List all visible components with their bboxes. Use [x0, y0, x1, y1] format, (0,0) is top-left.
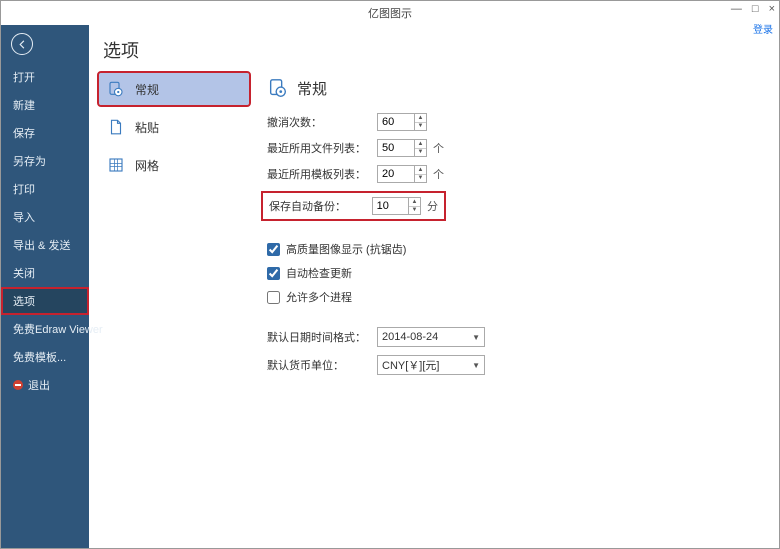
- recent-files-stepper[interactable]: ▲▼: [377, 139, 427, 157]
- stepper-down-icon[interactable]: ▼: [415, 123, 426, 131]
- section-title: 常规: [297, 78, 327, 99]
- sidebar-item-save[interactable]: 保存: [1, 119, 89, 147]
- document-icon: [107, 118, 125, 136]
- sidebar-item-saveas[interactable]: 另存为: [1, 147, 89, 175]
- date-format-row: 默认日期时间格式： 2014-08-24 ▼: [267, 327, 769, 347]
- back-button[interactable]: [11, 33, 33, 55]
- gear-doc-icon: [107, 80, 125, 98]
- maximize-button[interactable]: □: [752, 3, 759, 15]
- autosave-row: 保存自动备份： ▲▼ 分: [261, 191, 446, 221]
- hq-display-label: 高质量图像显示 (抗锯齿): [286, 241, 406, 257]
- category-paste[interactable]: 粘贴: [99, 111, 249, 143]
- stepper-down-icon[interactable]: ▼: [415, 175, 426, 183]
- recent-templates-label: 最近所用模板列表：: [267, 166, 377, 182]
- stepper-up-icon[interactable]: ▲: [415, 140, 426, 149]
- page-title: 选项: [103, 37, 765, 63]
- auto-update-label: 自动检查更新: [286, 265, 352, 281]
- auto-update-checkbox[interactable]: [267, 267, 280, 280]
- date-format-select[interactable]: 2014-08-24 ▼: [377, 327, 485, 347]
- recent-files-label: 最近所用文件列表：: [267, 140, 377, 156]
- recent-files-suffix: 个: [433, 140, 444, 156]
- category-general[interactable]: 常规: [99, 73, 249, 105]
- date-format-label: 默认日期时间格式：: [267, 329, 377, 345]
- sidebar-item-exit[interactable]: 退出: [1, 371, 89, 399]
- minimize-button[interactable]: ―: [731, 3, 742, 15]
- back-arrow-icon: [17, 39, 28, 50]
- hq-display-checkbox[interactable]: [267, 243, 280, 256]
- undo-input[interactable]: [378, 114, 414, 130]
- category-label: 粘贴: [135, 119, 159, 136]
- app-window: 亿图图示 ― □ × 登录 打开 新建 保存 另存为 打印 导入 导出 & 发送…: [0, 0, 780, 549]
- multi-process-row: 允许多个进程: [267, 289, 769, 305]
- window-controls: ― □ ×: [731, 3, 775, 15]
- currency-value: CNY[￥][元]: [382, 357, 439, 373]
- chevron-down-icon: ▼: [472, 361, 480, 370]
- recent-files-input[interactable]: [378, 140, 414, 156]
- category-label: 常规: [135, 81, 159, 98]
- chevron-down-icon: ▼: [472, 333, 480, 342]
- category-label: 网格: [135, 157, 159, 174]
- multi-process-checkbox[interactable]: [267, 291, 280, 304]
- recent-templates-stepper[interactable]: ▲▼: [377, 165, 427, 183]
- exit-icon: [13, 380, 23, 390]
- undo-stepper[interactable]: ▲▼: [377, 113, 427, 131]
- main-panel: 选项 常规 粘贴: [89, 25, 779, 548]
- undo-label: 撤消次数：: [267, 114, 377, 130]
- stepper-up-icon[interactable]: ▲: [415, 166, 426, 175]
- recent-files-row: 最近所用文件列表： ▲▼ 个: [267, 139, 769, 157]
- stepper-down-icon[interactable]: ▼: [409, 207, 420, 215]
- multi-process-label: 允许多个进程: [286, 289, 352, 305]
- currency-select[interactable]: CNY[￥][元] ▼: [377, 355, 485, 375]
- recent-templates-input[interactable]: [378, 166, 414, 182]
- category-list: 常规 粘贴 网格: [99, 73, 249, 540]
- sidebar-item-import[interactable]: 导入: [1, 203, 89, 231]
- recent-templates-suffix: 个: [433, 166, 444, 182]
- app-title: 亿图图示: [368, 5, 412, 21]
- grid-icon: [107, 156, 125, 174]
- undo-row: 撤消次数： ▲▼: [267, 113, 769, 131]
- settings-panel: 常规 撤消次数： ▲▼ 最近所用文件列表： ▲▼: [267, 73, 769, 540]
- gear-doc-icon: [267, 77, 289, 99]
- category-grid[interactable]: 网格: [99, 149, 249, 181]
- sidebar-item-print[interactable]: 打印: [1, 175, 89, 203]
- autosave-stepper[interactable]: ▲▼: [372, 197, 421, 215]
- currency-row: 默认货币单位： CNY[￥][元] ▼: [267, 355, 769, 375]
- currency-label: 默认货币单位：: [267, 357, 377, 373]
- sidebar-item-viewer[interactable]: 免费Edraw Viewer: [1, 315, 89, 343]
- login-link[interactable]: 登录: [753, 21, 773, 36]
- autosave-label: 保存自动备份：: [269, 198, 372, 214]
- sidebar-item-new[interactable]: 新建: [1, 91, 89, 119]
- titlebar: 亿图图示 ― □ × 登录: [1, 1, 779, 25]
- autosave-suffix: 分: [427, 198, 438, 214]
- close-button[interactable]: ×: [769, 3, 775, 15]
- sidebar-item-templates[interactable]: 免费模板...: [1, 343, 89, 371]
- sidebar: 打开 新建 保存 另存为 打印 导入 导出 & 发送 关闭 选项 免费Edraw…: [1, 25, 89, 548]
- sidebar-item-options[interactable]: 选项: [1, 287, 89, 315]
- stepper-up-icon[interactable]: ▲: [415, 114, 426, 123]
- date-format-value: 2014-08-24: [382, 331, 438, 343]
- hq-display-row: 高质量图像显示 (抗锯齿): [267, 241, 769, 257]
- section-header: 常规: [267, 77, 769, 99]
- autosave-input[interactable]: [373, 198, 408, 214]
- content-row: 常规 粘贴 网格: [99, 73, 769, 540]
- stepper-up-icon[interactable]: ▲: [409, 198, 420, 207]
- auto-update-row: 自动检查更新: [267, 265, 769, 281]
- recent-templates-row: 最近所用模板列表： ▲▼ 个: [267, 165, 769, 183]
- stepper-down-icon[interactable]: ▼: [415, 149, 426, 157]
- body: 打开 新建 保存 另存为 打印 导入 导出 & 发送 关闭 选项 免费Edraw…: [1, 25, 779, 548]
- sidebar-item-export[interactable]: 导出 & 发送: [1, 231, 89, 259]
- sidebar-item-open[interactable]: 打开: [1, 63, 89, 91]
- sidebar-item-close[interactable]: 关闭: [1, 259, 89, 287]
